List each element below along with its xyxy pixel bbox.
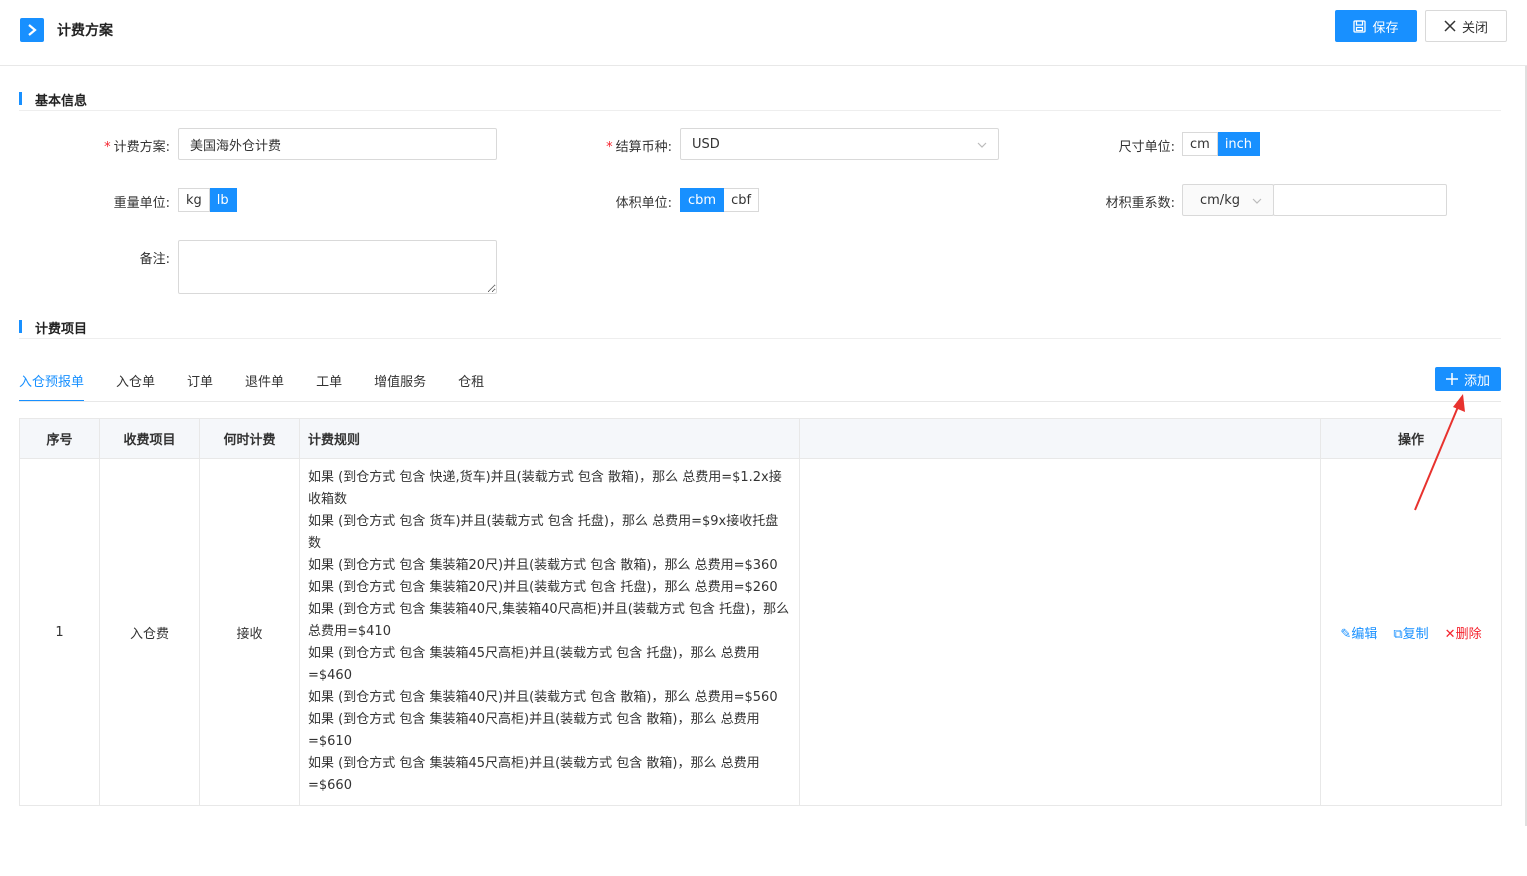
save-button[interactable]: 保存 bbox=[1335, 10, 1417, 42]
currency-select[interactable]: USD bbox=[680, 128, 999, 160]
collapse-toggle-icon[interactable] bbox=[20, 18, 44, 42]
rule-line: 如果 (到仓方式 包含 集装箱45尺高柜)并且(装载方式 包含 散箱)，那么 总… bbox=[308, 756, 760, 793]
delete-icon: ✕ bbox=[1444, 626, 1456, 642]
cell-blank bbox=[799, 458, 1321, 806]
copy-link[interactable]: ⧉复制 bbox=[1393, 623, 1428, 642]
delete-link[interactable]: ✕删除 bbox=[1445, 623, 1482, 642]
close-icon bbox=[1444, 20, 1456, 32]
plan-name-value: 美国海外仓计费 bbox=[190, 138, 282, 154]
rule-line: 如果 (到仓方式 包含 集装箱40尺高柜)并且(装载方式 包含 散箱)，那么 总… bbox=[308, 712, 760, 749]
top-bar: 计费方案 保存 关闭 bbox=[0, 0, 1527, 66]
page-title: 计费方案 bbox=[57, 23, 113, 39]
table-header-row: 序号 收费项目 何时计费 计费规则 操作 bbox=[19, 418, 1502, 459]
header-index: 序号 bbox=[19, 418, 100, 459]
rule-line: 如果 (到仓方式 包含 集装箱20尺)并且(装载方式 包含 散箱)，那么 总费用… bbox=[308, 558, 778, 573]
section-divider bbox=[19, 110, 1501, 111]
weight-unit-kg[interactable]: kg bbox=[178, 188, 210, 212]
volume-unit-cbf[interactable]: cbf bbox=[724, 188, 760, 212]
tabs-divider bbox=[19, 401, 1501, 402]
fee-rules-table: 序号 收费项目 何时计费 计费规则 操作 1 入仓费 接收 如果 (到仓方式 包… bbox=[19, 418, 1502, 806]
rule-line: 如果 (到仓方式 包含 集装箱40尺,集装箱40尺高柜)并且(装载方式 包含 托… bbox=[308, 602, 790, 639]
edit-link[interactable]: ✎编辑 bbox=[1340, 623, 1377, 642]
size-unit-toggle: cm inch bbox=[1182, 132, 1261, 156]
required-mark: * bbox=[606, 140, 613, 155]
save-icon bbox=[1353, 19, 1367, 33]
tab-return[interactable]: 退件单 bbox=[245, 364, 284, 402]
copy-icon: ⧉ bbox=[1393, 626, 1403, 642]
chevron-down-icon bbox=[977, 142, 987, 148]
weight-unit-toggle: kg lb bbox=[178, 188, 237, 212]
edit-icon: ✎ bbox=[1340, 626, 1352, 642]
tab-work-order[interactable]: 工单 bbox=[316, 364, 342, 402]
annotation-arrow-icon bbox=[1414, 394, 1465, 511]
tab-inbound-forecast[interactable]: 入仓预报单 bbox=[19, 364, 85, 402]
header-fee-item: 收费项目 bbox=[99, 418, 200, 459]
volume-unit-cbm[interactable]: cbm bbox=[680, 188, 725, 212]
cell-fee-item: 入仓费 bbox=[99, 458, 200, 806]
section-title-basic-info: 基本信息 bbox=[19, 90, 87, 109]
required-mark: * bbox=[104, 140, 111, 155]
cell-when: 接收 bbox=[199, 458, 300, 806]
volume-unit-label: 体积单位: bbox=[615, 196, 672, 211]
section-title-fee-items: 计费项目 bbox=[19, 318, 87, 337]
rule-line: 如果 (到仓方式 包含 货车)并且(装载方式 包含 托盘)，那么 总费用=$9x… bbox=[308, 514, 779, 551]
chevron-down-icon bbox=[1252, 198, 1262, 204]
dim-factor-unit-value: cm/kg bbox=[1200, 192, 1240, 208]
currency-value: USD bbox=[692, 136, 720, 152]
chevron-right-icon bbox=[28, 24, 37, 36]
currency-label: * 结算币种: bbox=[606, 140, 672, 155]
tab-storage[interactable]: 仓租 bbox=[458, 364, 484, 402]
add-button[interactable]: 添加 bbox=[1435, 367, 1501, 391]
close-button-label: 关闭 bbox=[1461, 20, 1488, 36]
cell-index: 1 bbox=[19, 458, 100, 806]
volume-unit-toggle: cbm cbf bbox=[680, 188, 760, 212]
dim-factor-label: 材积重系数: bbox=[1105, 196, 1175, 211]
close-button[interactable]: 关闭 bbox=[1425, 10, 1507, 42]
save-button-label: 保存 bbox=[1372, 20, 1399, 36]
tab-inbound[interactable]: 入仓单 bbox=[116, 364, 155, 402]
dim-factor-unit-select[interactable]: cm/kg bbox=[1182, 184, 1274, 216]
header-rules: 计费规则 bbox=[299, 418, 800, 459]
plan-name-input[interactable]: 美国海外仓计费 bbox=[178, 128, 497, 160]
plus-icon bbox=[1445, 373, 1458, 385]
table-row: 1 入仓费 接收 如果 (到仓方式 包含 快递,货车)并且(装载方式 包含 散箱… bbox=[19, 458, 1502, 806]
weight-unit-label: 重量单位: bbox=[113, 196, 170, 211]
section-divider bbox=[19, 338, 1501, 339]
size-unit-cm[interactable]: cm bbox=[1182, 132, 1218, 156]
size-unit-label: 尺寸单位: bbox=[1118, 140, 1175, 155]
weight-unit-lb[interactable]: lb bbox=[209, 188, 237, 212]
rule-line: 如果 (到仓方式 包含 集装箱20尺)并且(装载方式 包含 托盘)，那么 总费用… bbox=[308, 580, 778, 595]
plan-label: * 计费方案: bbox=[104, 140, 170, 155]
rule-line: 如果 (到仓方式 包含 集装箱40尺)并且(装载方式 包含 散箱)，那么 总费用… bbox=[308, 690, 778, 705]
header-when: 何时计费 bbox=[199, 418, 300, 459]
rule-line: 如果 (到仓方式 包含 集装箱45尺高柜)并且(装载方式 包含 托盘)，那么 总… bbox=[308, 646, 760, 683]
tab-value-added[interactable]: 增值服务 bbox=[374, 364, 426, 402]
cell-rules: 如果 (到仓方式 包含 快递,货车)并且(装载方式 包含 散箱)，那么 总费用=… bbox=[299, 458, 800, 806]
size-unit-inch[interactable]: inch bbox=[1217, 132, 1261, 156]
rule-line: 如果 (到仓方式 包含 快递,货车)并且(装载方式 包含 散箱)，那么 总费用=… bbox=[308, 470, 782, 507]
header-blank bbox=[799, 418, 1321, 459]
add-button-label: 添加 bbox=[1463, 373, 1490, 389]
tab-order[interactable]: 订单 bbox=[187, 364, 213, 402]
dim-factor-input[interactable] bbox=[1273, 184, 1447, 216]
fee-item-tabs: 入仓预报单 入仓单 订单 退件单 工单 增值服务 仓租 bbox=[19, 364, 516, 402]
remark-label: 备注: bbox=[139, 252, 170, 267]
remark-textarea[interactable] bbox=[178, 240, 497, 294]
